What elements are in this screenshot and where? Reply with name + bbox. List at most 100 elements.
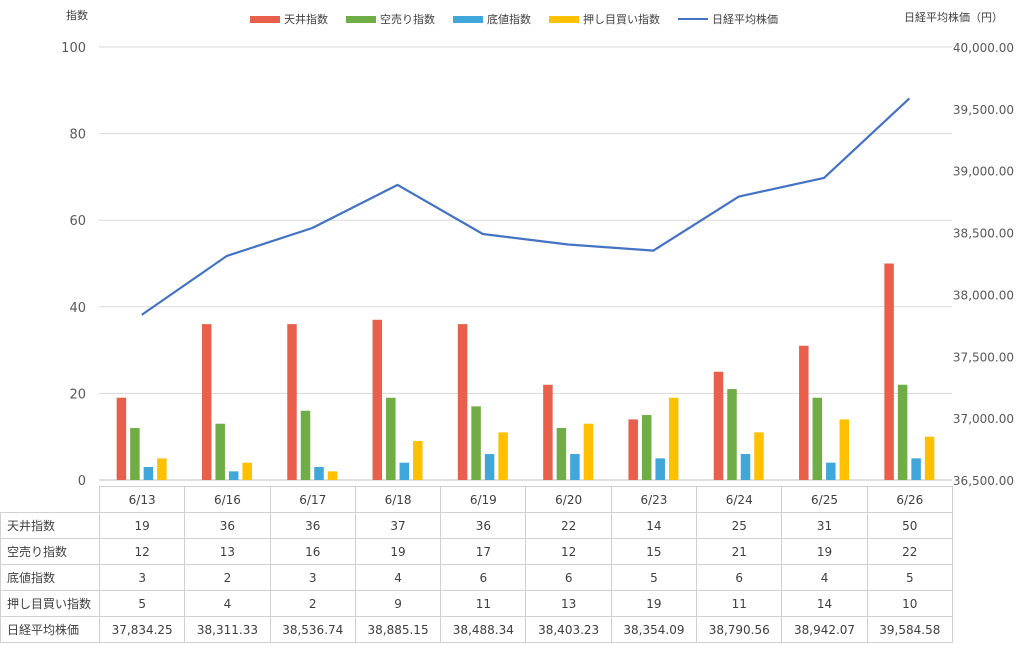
bar-1 (116, 397, 127, 480)
y2-tick-label: 37,500.00 (953, 350, 1014, 364)
bar-1 (372, 319, 383, 480)
table-cell: 19 (98, 512, 186, 539)
legend-label: 底値指数 (487, 13, 531, 26)
legend-item: 天井指数 (250, 11, 328, 27)
y-tick-label: 40 (69, 301, 86, 316)
table-cell: 14 (781, 590, 868, 617)
bar-1 (884, 263, 894, 480)
table-cell: 6 (440, 564, 527, 591)
y-axis-title: 指数 (66, 9, 88, 22)
bar-3 (911, 458, 921, 480)
table-row-label: 空売り指数 (0, 538, 100, 565)
x-tick-label: 6/18 (354, 486, 442, 513)
table-cell: 9 (354, 590, 442, 617)
table-cell: 25 (696, 512, 783, 539)
bar-2 (471, 406, 481, 480)
table-cell: 38,488.34 (440, 616, 527, 643)
line-series (141, 97, 911, 316)
table-cell: 4 (354, 564, 442, 591)
legend-swatch (346, 15, 376, 23)
y-tick-label: 60 (69, 214, 86, 229)
x-tick-label: 6/20 (525, 486, 612, 513)
table-cell: 12 (525, 538, 612, 565)
legend-item: 押し目買い指数 (549, 11, 660, 27)
legend-item: 底値指数 (453, 11, 531, 27)
table-cell: 2 (269, 590, 356, 617)
table-cell: 5 (866, 564, 953, 591)
x-tick-label: 6/26 (866, 486, 953, 513)
table-cell: 5 (610, 564, 698, 591)
bar-1 (799, 345, 809, 480)
bar-2 (812, 397, 823, 480)
legend-swatch (678, 18, 708, 20)
legend-item: 日経平均株価 (678, 11, 778, 27)
table-cell: 10 (866, 590, 953, 617)
bar-3 (570, 454, 580, 480)
table-row: 底値指数 3 2 3 4 6 6 5 6 4 5 (0, 564, 953, 591)
bar-3 (228, 471, 239, 480)
table-cell: 19 (610, 590, 698, 617)
table-cell: 17 (440, 538, 527, 565)
y2-tick-label: 39,000.00 (953, 165, 1014, 179)
x-tick-label: 6/17 (269, 486, 356, 513)
table-cell: 38,942.07 (781, 616, 868, 643)
legend-swatch (250, 15, 280, 23)
legend-item: 空売り指数 (346, 11, 435, 27)
legend-label: 空売り指数 (380, 13, 435, 26)
bar-2 (215, 423, 225, 480)
table-row-label: 押し目買い指数 (0, 590, 100, 617)
bar-3 (143, 467, 154, 480)
legend-swatch (453, 15, 483, 23)
table-cell: 14 (610, 512, 698, 539)
bar-2 (386, 397, 396, 480)
x-tick-label: 6/24 (696, 486, 783, 513)
table-cell: 38,885.15 (354, 616, 442, 643)
y-tick-label: 100 (61, 41, 86, 56)
y2-tick-label: 38,000.00 (953, 288, 1014, 302)
table-cell: 3 (269, 564, 356, 591)
table-cell: 13 (525, 590, 612, 617)
legend: 天井指数 空売り指数 底値指数 押し目買い指数 日経平均株価 (250, 10, 796, 28)
table-cell: 31 (781, 512, 868, 539)
table-header-row: 6/13 6/16 6/17 6/18 6/19 6/20 6/23 6/24 6/25 6/26 (0, 486, 953, 513)
x-tick-label: 6/16 (184, 486, 271, 513)
table-cell: 38,311.33 (184, 616, 271, 643)
table-cell: 3 (98, 564, 186, 591)
table-cell: 19 (781, 538, 868, 565)
y2-tick-label: 36,500.00 (953, 474, 1014, 488)
table-cell: 36 (269, 512, 356, 539)
bar-3 (484, 454, 495, 480)
y2-tick-label: 39,500.00 (953, 103, 1014, 117)
bar-3 (826, 462, 836, 480)
table-row: 空売り指数 12 13 16 19 17 12 15 21 19 22 (0, 538, 953, 565)
y-tick-label: 80 (69, 128, 86, 143)
table-cell: 4 (781, 564, 868, 591)
table-cell: 38,536.74 (269, 616, 356, 643)
table-cell: 50 (866, 512, 953, 539)
bar-1 (287, 324, 297, 480)
bar-3 (314, 467, 324, 480)
bar-4 (754, 432, 764, 480)
y2-tick-label: 37,000.00 (953, 412, 1014, 426)
bar-4 (668, 397, 679, 480)
table-cell: 36 (440, 512, 527, 539)
table-cell: 37,834.25 (98, 616, 186, 643)
bar-2 (300, 410, 311, 480)
table-cell: 22 (525, 512, 612, 539)
table-cell: 38,354.09 (610, 616, 698, 643)
table-cell: 6 (696, 564, 783, 591)
bar-2 (556, 428, 567, 480)
table-cell: 4 (184, 590, 271, 617)
table-cell: 11 (696, 590, 783, 617)
table-cell: 39,584.58 (866, 616, 953, 643)
bar-1 (543, 384, 553, 480)
table-cell: 11 (440, 590, 527, 617)
table-cell: 21 (696, 538, 783, 565)
legend-label: 日経平均株価 (712, 13, 778, 26)
legend-label: 天井指数 (284, 13, 328, 26)
table-cell: 5 (98, 590, 186, 617)
bar-4 (583, 423, 594, 480)
table-cell: 13 (184, 538, 271, 565)
legend-swatch (549, 15, 579, 23)
bar-3 (740, 454, 751, 480)
